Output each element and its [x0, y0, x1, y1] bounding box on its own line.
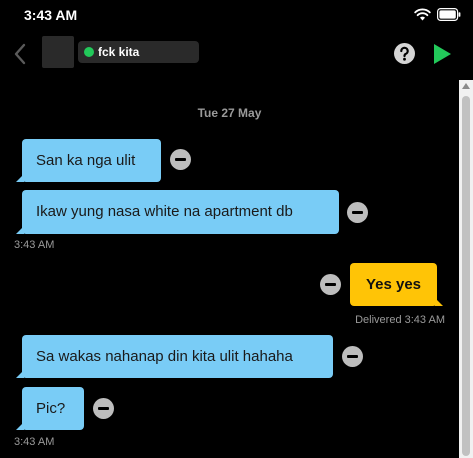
scrollbar[interactable] — [459, 80, 473, 458]
bubble-tail — [16, 174, 24, 182]
message-bubble[interactable]: Ikaw yung nasa white na apartment db — [16, 190, 339, 234]
delivery-status: Delivered 3:43 AM — [355, 314, 445, 326]
date-separator: Tue 27 May — [197, 106, 262, 120]
message-bubble[interactable]: Yes yes — [350, 263, 443, 306]
remove-icon[interactable] — [347, 202, 368, 223]
message-text: Sa wakas nahanap din kita ulit hahaha — [36, 347, 293, 365]
scroll-up-arrow[interactable] — [462, 83, 470, 89]
message-text: San ka nga ulit — [36, 151, 136, 169]
message-timestamp: 3:43 AM — [14, 436, 55, 448]
remove-icon[interactable] — [170, 149, 191, 170]
bubble-tail — [16, 226, 24, 234]
message-timestamp: 3:43 AM — [14, 239, 55, 251]
message-text: Ikaw yung nasa white na apartment db — [36, 203, 293, 220]
back-chevron-icon[interactable] — [12, 42, 28, 66]
message-text: Yes yes — [365, 275, 422, 293]
help-icon[interactable] — [394, 43, 415, 64]
message-bubble[interactable]: San ka nga ulit — [16, 139, 161, 182]
wifi-icon — [414, 8, 431, 21]
scrollbar-thumb[interactable] — [462, 96, 470, 456]
remove-icon[interactable] — [342, 346, 363, 367]
battery-icon — [437, 8, 461, 21]
avatar[interactable] — [42, 36, 74, 68]
remove-icon[interactable] — [93, 398, 114, 419]
status-bar: 3:43 AM — [0, 0, 473, 30]
bubble-tail — [435, 298, 443, 306]
message-bubble[interactable]: Sa wakas nahanap din kita ulit hahaha — [16, 335, 333, 378]
online-status-dot — [84, 47, 94, 57]
bubble-tail — [16, 422, 24, 430]
chat-header: fck kita — [0, 34, 473, 74]
remove-icon[interactable] — [320, 274, 341, 295]
play-icon[interactable] — [432, 43, 452, 65]
message-bubble[interactable]: Pic? — [16, 387, 84, 430]
bubble-tail — [16, 370, 24, 378]
status-time: 3:43 AM — [24, 7, 78, 23]
profile-button[interactable]: fck kita — [78, 41, 199, 63]
contact-name: fck kita — [98, 45, 140, 59]
message-text: Pic? — [36, 399, 66, 417]
